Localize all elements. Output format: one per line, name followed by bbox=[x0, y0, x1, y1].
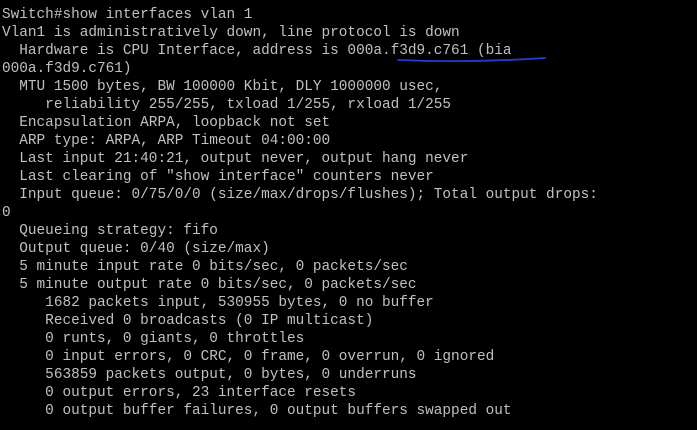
terminal-line: Vlan1 is administratively down, line pro… bbox=[2, 25, 460, 41]
terminal-line: 5 minute output rate 0 bits/sec, 0 packe… bbox=[2, 277, 417, 293]
terminal-line: Received 0 broadcasts (0 IP multicast) bbox=[2, 313, 374, 329]
terminal-line: Output queue: 0/40 (size/max) bbox=[2, 241, 270, 257]
terminal-line: 0 runts, 0 giants, 0 throttles bbox=[2, 331, 305, 347]
terminal-line: reliability 255/255, txload 1/255, rxloa… bbox=[2, 97, 452, 113]
terminal-line: Input queue: 0/75/0/0 (size/max/drops/fl… bbox=[2, 187, 598, 203]
terminal-line: Hardware is CPU Interface, address is 00… bbox=[2, 43, 512, 59]
terminal-line: 0 bbox=[2, 205, 11, 221]
terminal-line: Switch#show interfaces vlan 1 bbox=[2, 7, 253, 23]
terminal-line: Queueing strategy: fifo bbox=[2, 223, 218, 239]
terminal-line: 1682 packets input, 530955 bytes, 0 no b… bbox=[2, 295, 434, 311]
terminal-line: Encapsulation ARPA, loopback not set bbox=[2, 115, 331, 131]
terminal-line: 563859 packets output, 0 bytes, 0 underr… bbox=[2, 367, 417, 383]
terminal-line: Last clearing of "show interface" counte… bbox=[2, 169, 434, 185]
terminal-line: 0 output errors, 23 interface resets bbox=[2, 385, 357, 401]
terminal-output[interactable]: Switch#show interfaces vlan 1 Vlan1 is ad… bbox=[2, 6, 695, 426]
terminal-line: 000a.f3d9.c761) bbox=[2, 61, 132, 77]
terminal-line: MTU 1500 bytes, BW 100000 Kbit, DLY 1000… bbox=[2, 79, 443, 95]
terminal-line: Last input 21:40:21, output never, outpu… bbox=[2, 151, 469, 167]
terminal-line: 0 input errors, 0 CRC, 0 frame, 0 overru… bbox=[2, 349, 495, 365]
terminal-line: ARP type: ARPA, ARP Timeout 04:00:00 bbox=[2, 133, 331, 149]
terminal-line: 5 minute input rate 0 bits/sec, 0 packet… bbox=[2, 259, 408, 275]
terminal-line: 0 output buffer failures, 0 output buffe… bbox=[2, 403, 512, 419]
